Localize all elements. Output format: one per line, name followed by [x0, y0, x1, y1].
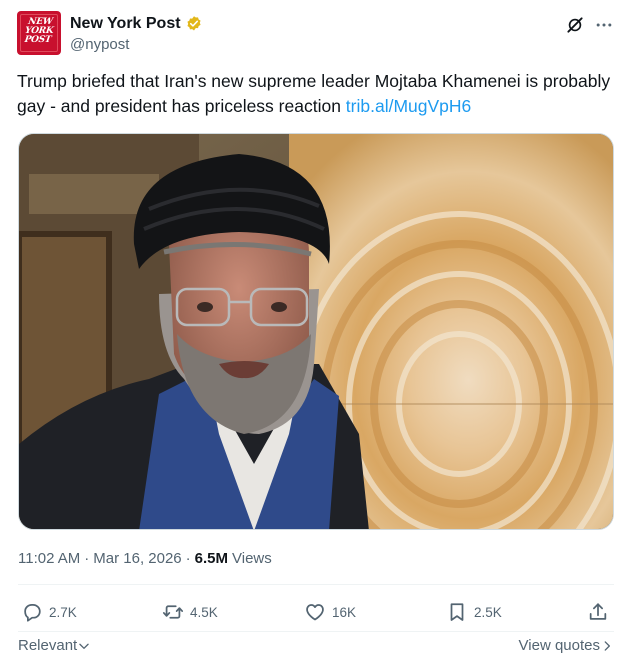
like-count: 16K — [332, 604, 357, 620]
reply-button[interactable]: 2.7K — [21, 598, 77, 626]
share-icon — [589, 603, 607, 620]
reply-count: 2.7K — [49, 604, 77, 620]
tweet-meta: 11:02 AM · Mar 16, 2026 · 6.5M Views — [18, 550, 272, 567]
like-button[interactable]: 16K — [304, 598, 356, 626]
tweet-photo[interactable] — [18, 133, 614, 530]
divider — [18, 584, 614, 585]
share-button[interactable] — [587, 598, 609, 626]
name-row: New York Post — [70, 14, 203, 34]
meta-separator: · — [84, 550, 90, 567]
bookmark-button[interactable]: 2.5K — [446, 598, 502, 626]
sort-dropdown[interactable]: Relevant — [18, 637, 91, 654]
tweet-body: Trump briefed that Iran's new supreme le… — [17, 71, 611, 116]
tweet-link[interactable]: trib.al/MugVpH6 — [346, 96, 471, 116]
bookmark-count: 2.5K — [474, 604, 502, 620]
views-count: 6.5M — [194, 550, 229, 567]
avatar-logo-text: NEW YORK POST — [17, 17, 61, 45]
tweet-text: Trump briefed that Iran's new supreme le… — [17, 69, 613, 119]
repost-button[interactable]: 4.5K — [162, 598, 218, 626]
view-quotes-link[interactable]: View quotes — [519, 637, 614, 654]
divider — [18, 631, 614, 632]
heart-icon — [306, 604, 324, 621]
grok-icon[interactable] — [565, 15, 585, 35]
meta-separator: · — [185, 550, 191, 567]
more-dots-icon[interactable] — [593, 15, 615, 35]
handle[interactable]: @nypost — [70, 36, 129, 53]
tweet-time[interactable]: 11:02 AM — [18, 550, 80, 567]
reply-icon — [24, 603, 41, 622]
repost-count: 4.5K — [190, 604, 218, 620]
avatar[interactable]: NEW YORK POST — [17, 11, 61, 55]
action-bar: 2.7K 4.5K 16K 2.5K — [18, 598, 614, 628]
verified-badge-icon[interactable] — [185, 15, 203, 33]
avatar-line-3: POST — [23, 35, 52, 45]
tweet-header: NEW YORK POST New York Post @nypost — [17, 11, 617, 57]
chevron-down-icon — [79, 643, 89, 649]
views-label: Views — [232, 550, 272, 567]
tweet-date[interactable]: Mar 16, 2026 — [93, 550, 181, 567]
repost-icon — [162, 605, 184, 619]
reply-sort-bar: Relevant View quotes — [18, 636, 614, 658]
view-quotes-label: View quotes — [518, 637, 600, 654]
bookmark-icon — [450, 603, 464, 621]
display-name[interactable]: New York Post — [70, 15, 181, 33]
photo-illustration — [19, 134, 613, 529]
sort-label: Relevant — [18, 637, 78, 654]
chevron-right-icon — [604, 640, 610, 651]
